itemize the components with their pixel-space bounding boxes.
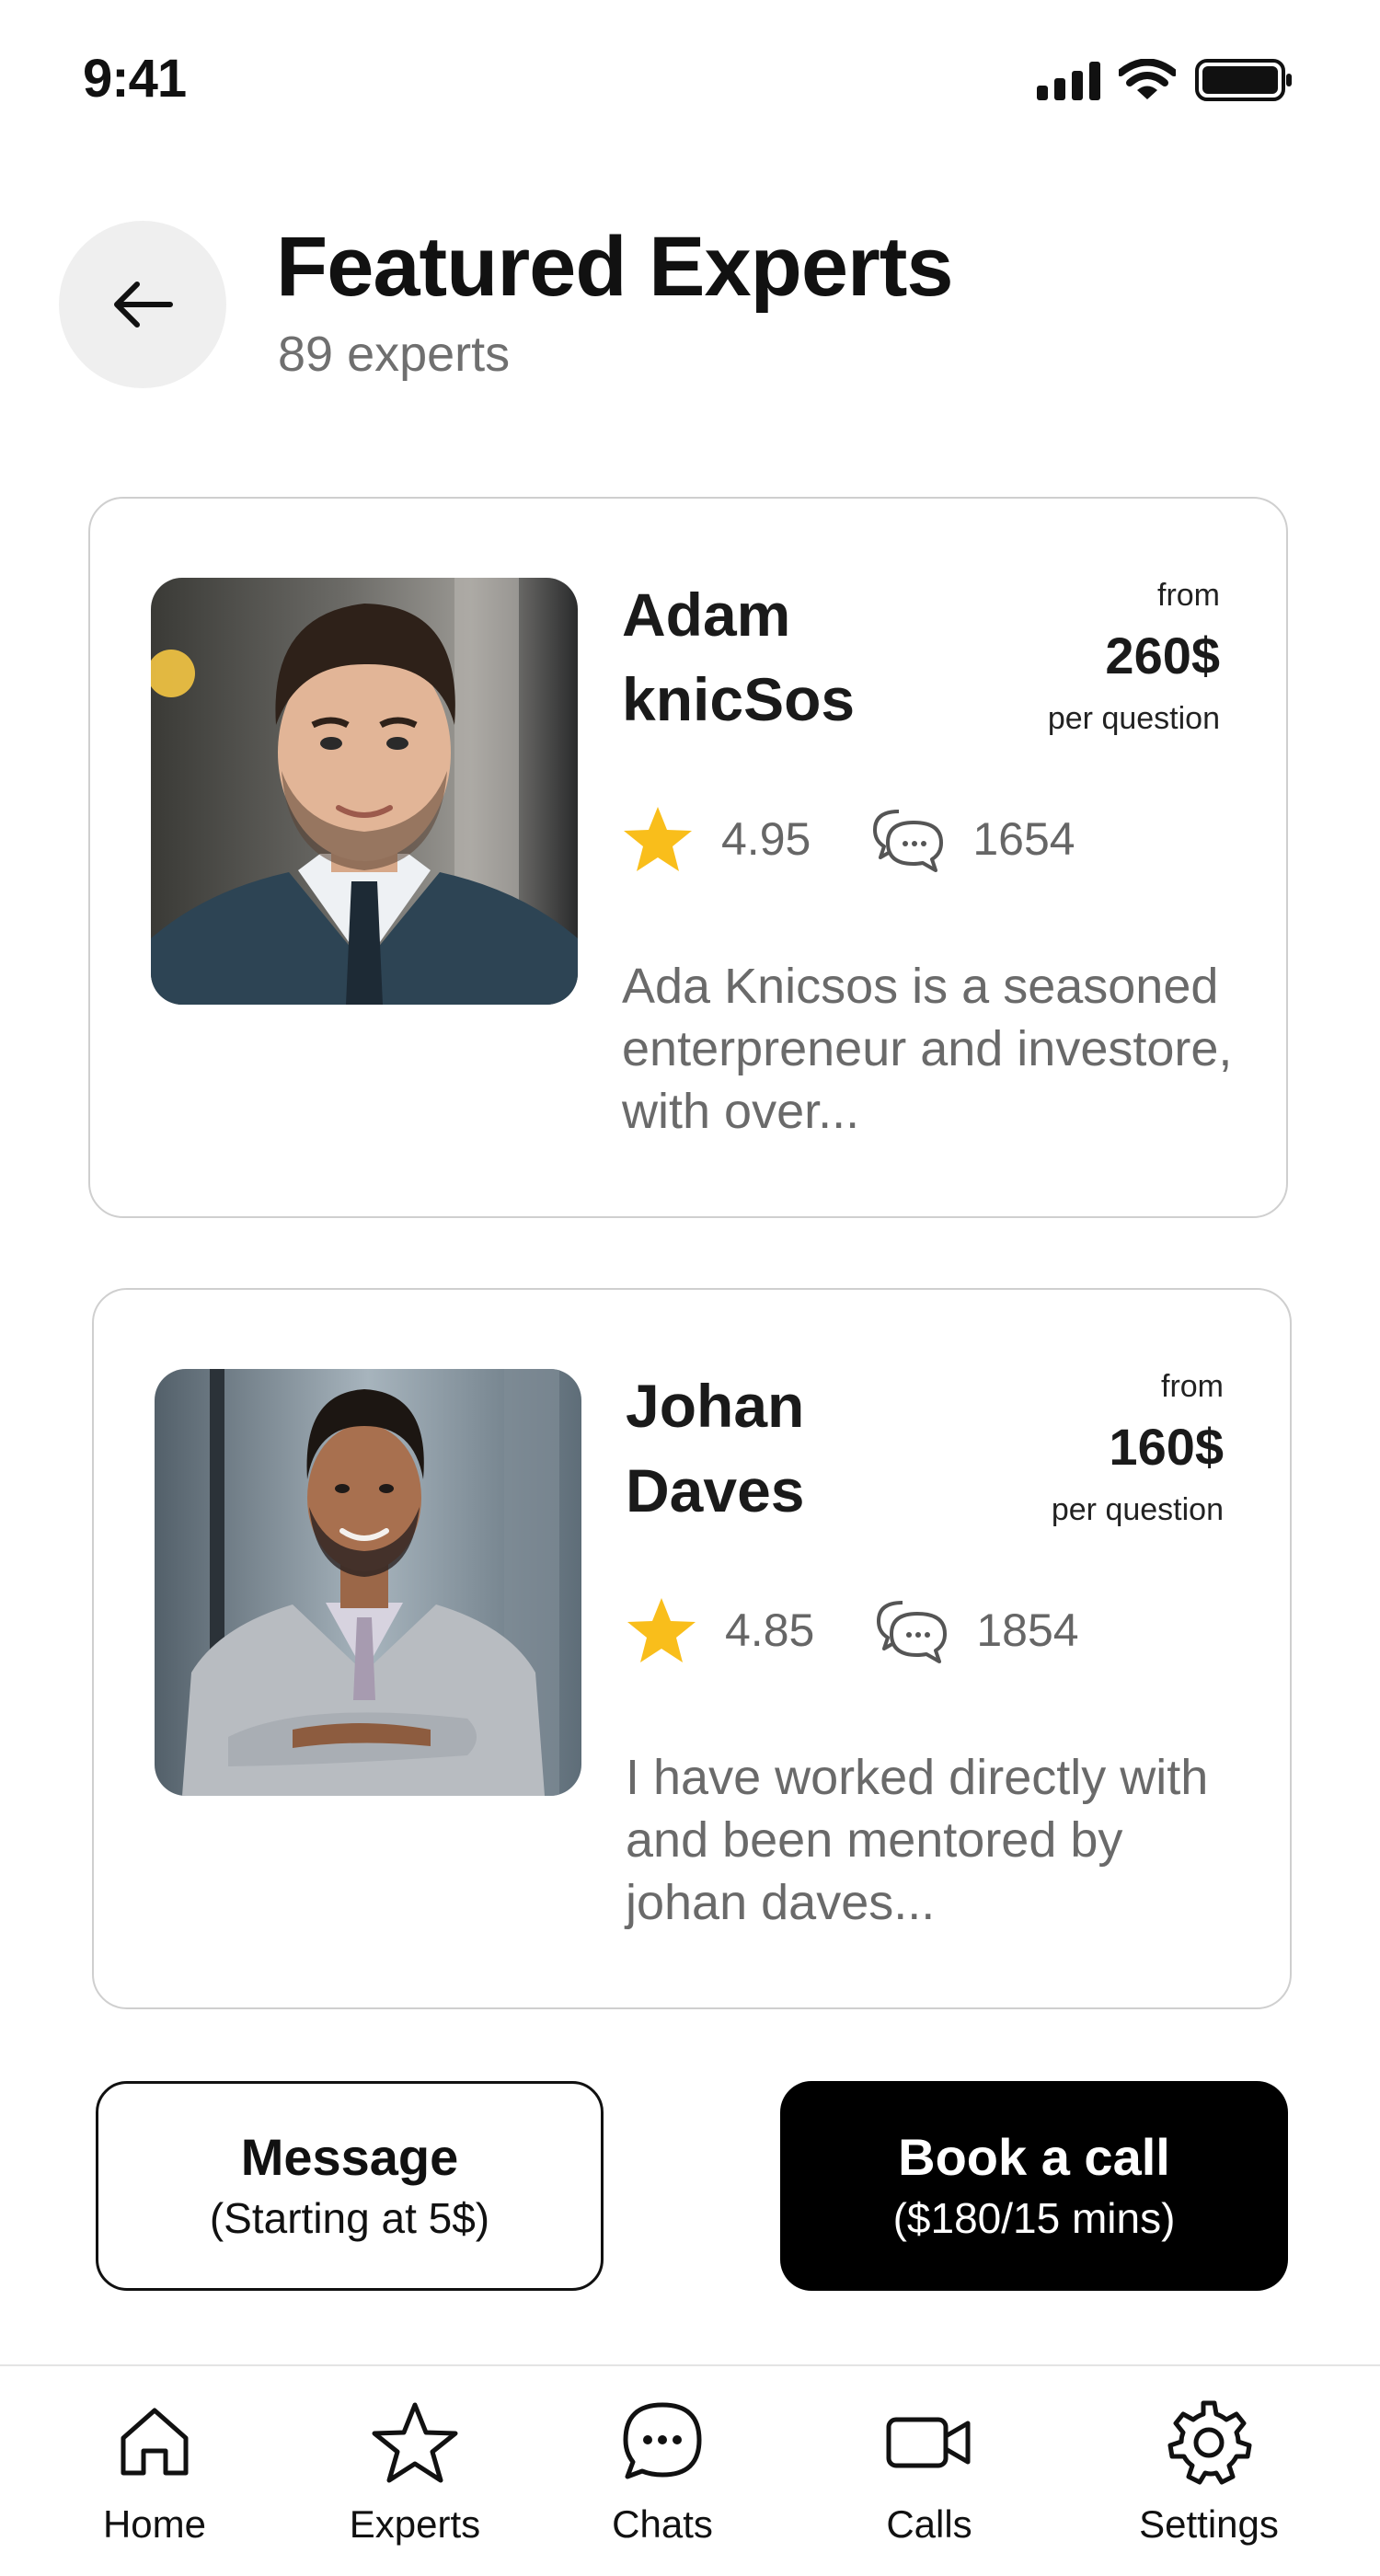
nav-item-chats[interactable]: Chats <box>552 2398 773 2547</box>
page-header: Featured Experts 89 experts <box>0 212 1380 396</box>
bottom-nav: Home Experts Chats Calls Settings <box>0 2364 1380 2576</box>
expert-name: Johan Daves <box>626 1372 805 1524</box>
rating-value: 4.95 <box>721 813 811 865</box>
expert-avatar <box>155 1369 581 1796</box>
nav-item-experts[interactable]: Experts <box>305 2398 525 2547</box>
expert-description: I have worked directly with and been men… <box>626 1750 1209 1930</box>
reviews-count: 1854 <box>976 1604 1079 1656</box>
cellular-signal-icon <box>1037 60 1100 100</box>
stats-row: 4.85 1854 <box>626 1593 1079 1667</box>
star-icon <box>627 1598 696 1662</box>
nav-label-experts: Experts <box>349 2502 481 2546</box>
message-button-price: (Starting at 5$) <box>209 2194 490 2242</box>
star-icon <box>624 807 692 871</box>
back-button[interactable] <box>59 221 226 388</box>
stats-row: 4.95 1654 <box>622 802 1075 876</box>
price-from-label: from <box>1161 1369 1224 1404</box>
book-call-button-label: Book a call <box>898 2128 1170 2186</box>
nav-label-settings: Settings <box>1139 2502 1279 2546</box>
expert-card[interactable]: Adam knicSos from 260$ per question 4.95… <box>88 497 1288 1218</box>
message-button-label: Message <box>240 2128 459 2186</box>
expert-card[interactable]: Johan Daves from 160$ per question 4.85 … <box>92 1288 1292 2009</box>
battery-icon <box>1195 59 1292 101</box>
reviews-count: 1654 <box>972 813 1075 865</box>
price-from-label: from <box>1157 578 1220 613</box>
nav-item-calls[interactable]: Calls <box>819 2398 1040 2547</box>
expert-count: 89 experts <box>278 327 511 382</box>
star-icon <box>372 2402 458 2483</box>
reviews-icon <box>873 810 944 872</box>
rating-value: 4.85 <box>725 1604 815 1656</box>
nav-item-home[interactable]: Home <box>44 2398 265 2547</box>
status-time: 9:41 <box>83 49 187 109</box>
nav-label-home: Home <box>102 2502 207 2546</box>
nav-label-chats: Chats <box>612 2502 713 2546</box>
status-bar: 9:41 <box>0 0 1380 156</box>
expert-description: Ada Knicsos is a seasoned enterpreneur a… <box>622 959 1233 1139</box>
price-value: 160$ <box>1109 1418 1224 1476</box>
book-call-button[interactable]: Book a call ($180/15 mins) <box>780 2081 1288 2291</box>
message-button[interactable]: Message (Starting at 5$) <box>96 2081 604 2291</box>
home-icon <box>121 2408 189 2476</box>
nav-label-calls: Calls <box>886 2502 972 2546</box>
status-icons <box>1037 57 1295 103</box>
price-value: 260$ <box>1105 627 1220 684</box>
expert-name: Adam knicSos <box>622 581 856 733</box>
page-title: Featured Experts <box>276 220 954 314</box>
price-unit: per question <box>1047 701 1220 736</box>
arrow-left-icon <box>114 282 173 328</box>
gear-icon <box>1167 2400 1252 2485</box>
price-unit: per question <box>1051 1492 1224 1527</box>
chat-icon <box>623 2402 702 2479</box>
book-call-button-price: ($180/15 mins) <box>892 2194 1176 2242</box>
video-camera-icon <box>886 2417 971 2468</box>
reviews-icon <box>877 1601 948 1663</box>
nav-item-settings[interactable]: Settings <box>1098 2398 1319 2547</box>
wifi-icon <box>1119 59 1176 99</box>
expert-avatar <box>151 578 578 1005</box>
